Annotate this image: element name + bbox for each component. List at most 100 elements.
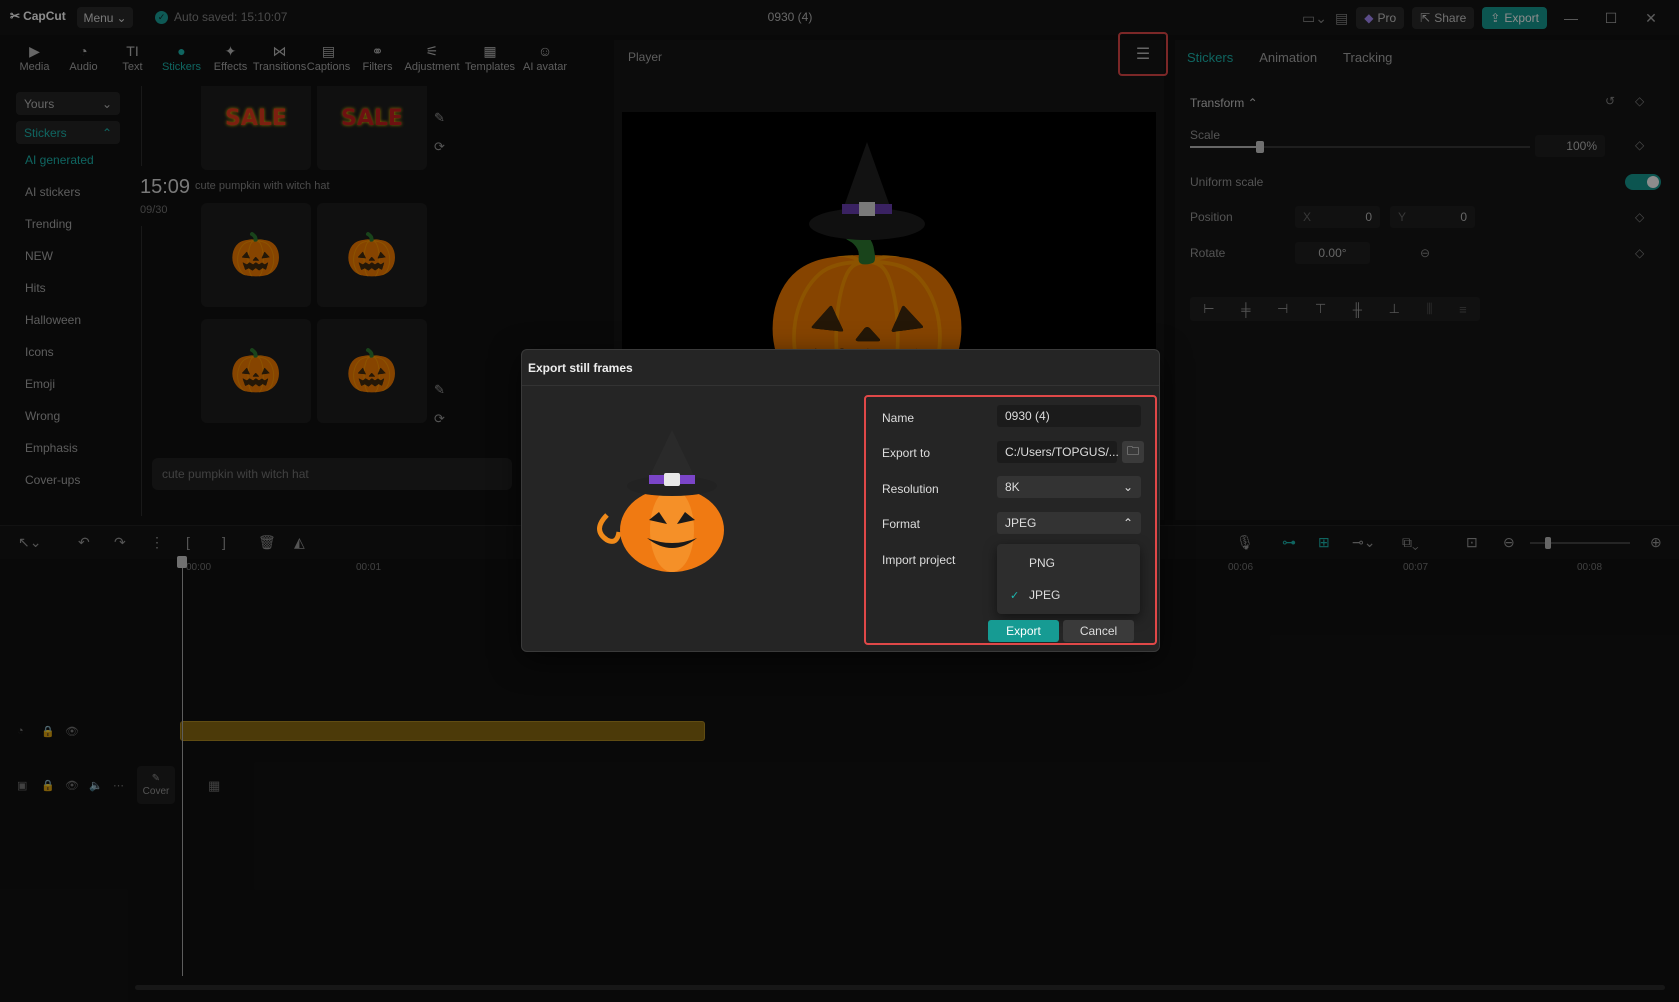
player-menu-button[interactable]: ☰ [1118, 32, 1168, 76]
delete-icon[interactable]: 🗑 [258, 534, 276, 551]
align-middle-icon[interactable]: ╫ [1353, 302, 1362, 317]
nav-item-icons[interactable]: Icons [10, 336, 130, 368]
tab-media[interactable]: ▶ Media [10, 38, 59, 78]
tab-effects[interactable]: ✦ Effects [206, 38, 255, 78]
distribute-v-icon[interactable]: ≡ [1459, 302, 1467, 317]
scale-slider[interactable] [1190, 141, 1530, 153]
yours-dropdown[interactable]: Yours ⌄ [16, 92, 120, 115]
tab-tracking[interactable]: Tracking [1343, 50, 1392, 65]
nav-item-cover-ups[interactable]: Cover-ups [10, 464, 130, 496]
sticker-pumpkin-2[interactable]: 🎃 [317, 203, 427, 307]
undo-icon[interactable]: ↶ [78, 534, 90, 551]
tab-animation[interactable]: Animation [1259, 50, 1317, 65]
sticker-sale-1[interactable]: SALE [201, 86, 311, 170]
tab-captions[interactable]: ▤ Captions [304, 38, 353, 78]
nav-item-emoji[interactable]: Emoji [10, 368, 130, 400]
uniform-scale-toggle[interactable] [1625, 174, 1661, 190]
mirror-icon[interactable]: ◭ [294, 534, 305, 551]
align-top-icon[interactable]: ⊤ [1315, 301, 1326, 317]
tab-audio[interactable]: ◔ Audio [59, 38, 108, 78]
sticker-prompt-input[interactable]: cute pumpkin with witch hat [152, 458, 512, 490]
reset-icon[interactable]: ↺ [1605, 94, 1615, 108]
trim-right-icon[interactable]: ] [222, 534, 226, 550]
sticker-clip[interactable] [180, 721, 705, 741]
edit-icon[interactable]: ✎ [434, 110, 445, 126]
tab-adjustment[interactable]: ⚟ Adjustment [402, 38, 462, 78]
playhead[interactable] [177, 556, 187, 976]
keyframe-icon[interactable]: ◇ [1635, 210, 1644, 224]
tab-ai-avatar[interactable]: ☺ AI avatar [518, 38, 572, 78]
nav-item-emphasis[interactable]: Emphasis [10, 432, 130, 464]
edit-icon[interactable]: ✎ [434, 382, 445, 398]
nav-item-hits[interactable]: Hits [10, 272, 130, 304]
eye-icon[interactable]: 👁 [65, 779, 79, 792]
trim-left-icon[interactable]: [ [186, 534, 190, 550]
align-right-icon[interactable]: ⊣ [1277, 301, 1288, 317]
magnet-icon[interactable]: ⊶ [1282, 534, 1296, 551]
stickers-dropdown[interactable]: Stickers ⌃ [16, 121, 120, 144]
format-select[interactable]: JPEG ⌃ [997, 512, 1141, 534]
resolution-select[interactable]: 8K ⌄ [997, 476, 1141, 498]
format-option-png[interactable]: PNG [997, 547, 1140, 579]
sticker-pumpkin-3[interactable]: 🎃 [201, 319, 311, 423]
sticker-pumpkin-1[interactable]: 🎃 [201, 203, 311, 307]
format-option-jpeg[interactable]: ✓ JPEG [997, 579, 1140, 611]
eye-icon[interactable]: 👁 [65, 725, 79, 738]
export-button[interactable]: ⇪ Export [1482, 7, 1547, 29]
tab-filters[interactable]: ⚭ Filters [353, 38, 402, 78]
pro-button[interactable]: ◆ Pro [1356, 7, 1405, 29]
zoom-slider[interactable] [1530, 537, 1630, 549]
minimize-icon[interactable]: — [1555, 10, 1587, 26]
export-path-input[interactable]: C:/Users/TOPGUS/... [997, 441, 1119, 463]
refresh-icon[interactable]: ⟳ [434, 139, 445, 155]
tab-transitions[interactable]: ⋈ Transitions [253, 38, 306, 78]
tab-text[interactable]: TI Text [108, 38, 157, 78]
rotate-dial-icon[interactable]: ⊖ [1420, 246, 1430, 260]
sticker-pumpkin-4[interactable]: 🎃 [317, 319, 427, 423]
dialog-cancel-button[interactable]: Cancel [1063, 620, 1134, 642]
lock-icon[interactable]: 🔒 [41, 725, 55, 738]
cover-button[interactable]: ✎ Cover [137, 766, 175, 804]
nav-item-new[interactable]: NEW [10, 240, 130, 272]
fit-icon[interactable]: ⊡ [1466, 534, 1478, 551]
select-tool-icon[interactable]: ↖⌄ [18, 534, 41, 551]
position-y-input[interactable]: Y0 [1390, 206, 1475, 228]
close-icon[interactable]: ✕ [1635, 10, 1667, 27]
align-left-icon[interactable]: ⊢ [1203, 301, 1214, 317]
nav-item-trending[interactable]: Trending [10, 208, 130, 240]
split-icon[interactable]: ⋮ [150, 534, 164, 551]
snap-icon[interactable]: ⊞ [1318, 534, 1330, 551]
zoom-slider-knob[interactable] [1545, 537, 1551, 549]
microphone-icon[interactable]: 🎙 [1236, 534, 1254, 551]
preview-axis-icon[interactable]: ⧉⌄ [1402, 534, 1419, 551]
nav-item-halloween[interactable]: Halloween [10, 304, 130, 336]
nav-item-ai-stickers[interactable]: AI stickers [10, 176, 130, 208]
maximize-icon[interactable]: ☐ [1595, 10, 1627, 27]
timeline-scrollbar[interactable] [135, 985, 1665, 990]
dialog-export-button[interactable]: Export [988, 620, 1059, 642]
distribute-h-icon[interactable]: ⫼ [1427, 301, 1433, 317]
browse-folder-button[interactable]: 🗀 [1122, 441, 1144, 463]
redo-icon[interactable]: ↷ [114, 534, 126, 551]
align-bottom-icon[interactable]: ⊥ [1389, 301, 1400, 317]
tab-stickers-props[interactable]: Stickers [1187, 50, 1233, 65]
refresh-icon[interactable]: ⟳ [434, 411, 445, 427]
scale-input[interactable]: 100% [1535, 135, 1605, 157]
layout-icon[interactable]: ▭⌄ [1302, 10, 1327, 27]
position-x-input[interactable]: X0 [1295, 206, 1380, 228]
name-input[interactable]: 0930 (4) [997, 405, 1141, 427]
shortcut-icon[interactable]: ▤ [1335, 10, 1348, 27]
menu-button[interactable]: Menu ⌄ [77, 7, 133, 28]
keyframe-icon[interactable]: ◇ [1635, 94, 1644, 108]
nav-item-ai-generated[interactable]: AI generated [10, 144, 130, 176]
keyframe-icon[interactable]: ◇ [1635, 138, 1644, 152]
zoom-in-icon[interactable]: ⊕ [1650, 534, 1662, 551]
audio-mute-icon[interactable]: 🔈 [89, 779, 103, 792]
sticker-sale-2[interactable]: SALE [317, 86, 427, 170]
rotate-input[interactable]: 0.00° [1295, 242, 1370, 264]
lock-icon[interactable]: 🔒 [41, 779, 55, 792]
more-icon[interactable]: ⋯ [113, 779, 124, 792]
tab-templates[interactable]: ▦ Templates [462, 38, 518, 78]
align-center-icon[interactable]: ╪ [1241, 302, 1250, 317]
nav-item-wrong[interactable]: Wrong [10, 400, 130, 432]
